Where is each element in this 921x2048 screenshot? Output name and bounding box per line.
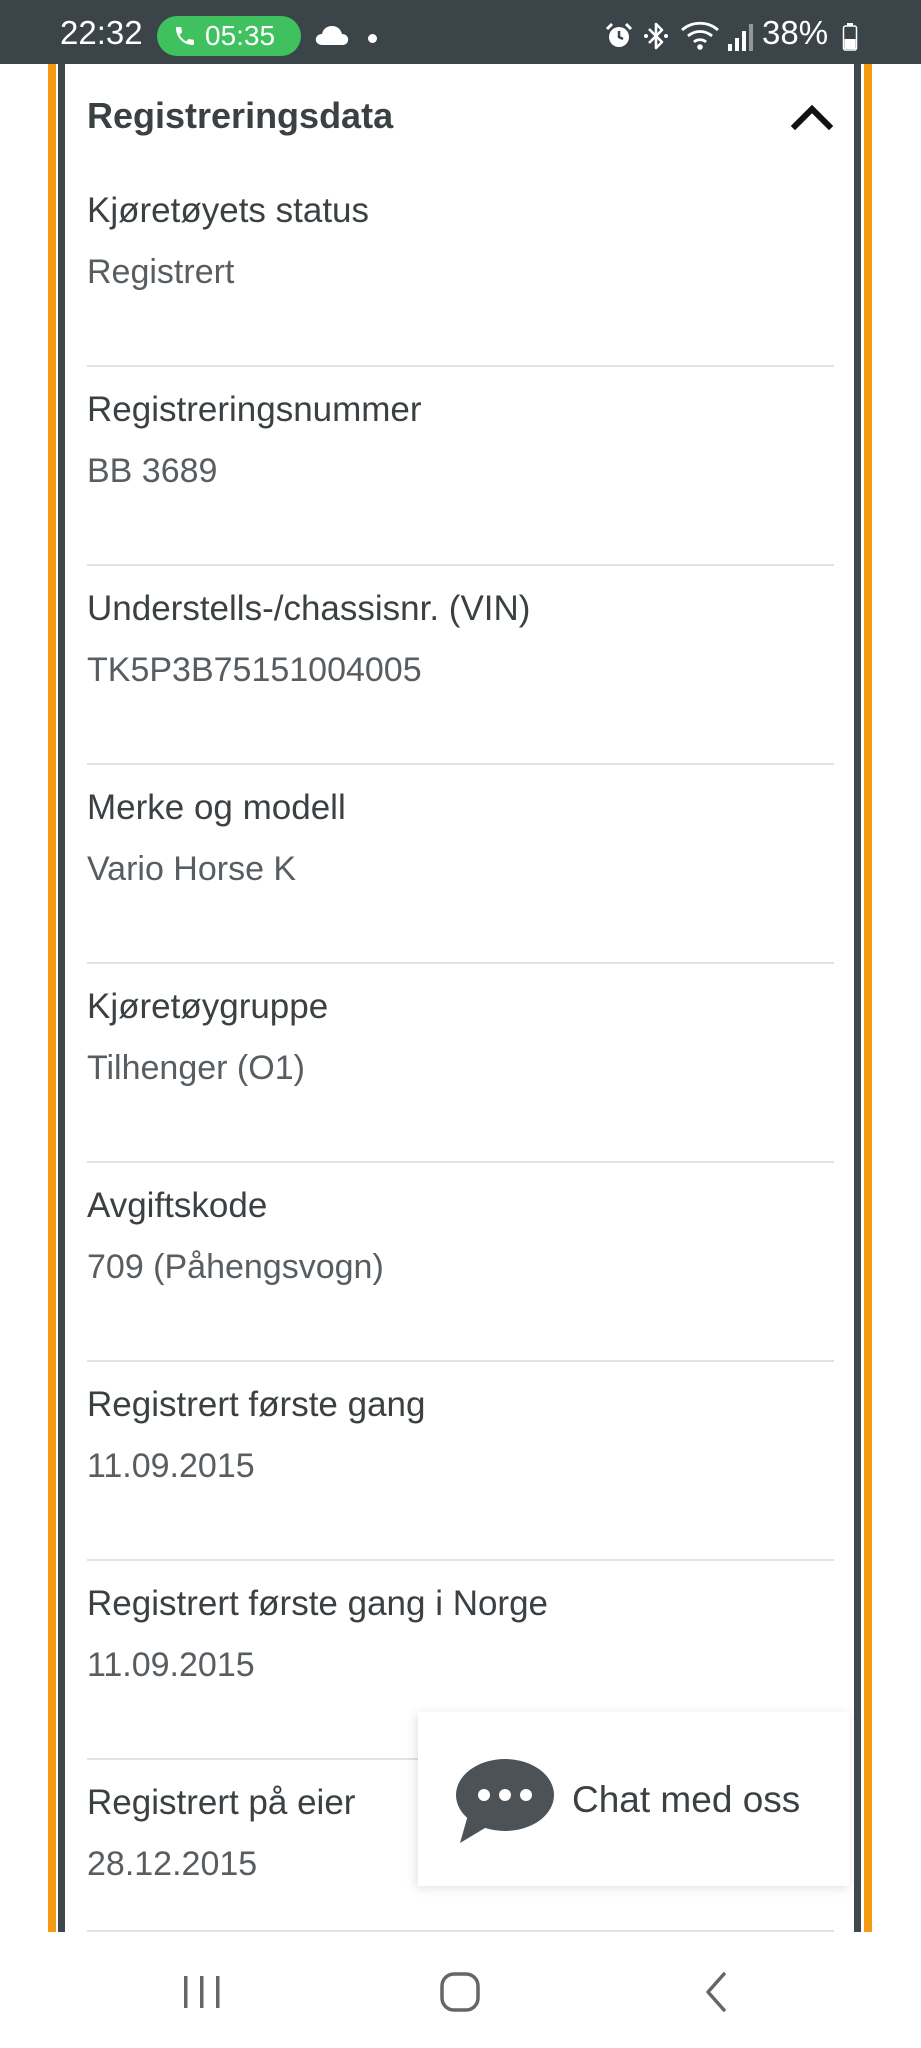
field-label: Registrert på eier bbox=[87, 1783, 356, 1822]
chat-button[interactable]: Chat med oss bbox=[418, 1712, 850, 1886]
battery-icon bbox=[842, 23, 858, 51]
field-first-registered: Registrert første gang 11.09.2015 bbox=[87, 1362, 834, 1561]
field-value: 11.09.2015 bbox=[87, 1646, 255, 1684]
field-value: Registrert bbox=[87, 253, 235, 291]
phone-icon bbox=[176, 27, 194, 45]
wifi-icon bbox=[681, 21, 719, 50]
frame-border-right bbox=[854, 64, 861, 1932]
field-value: 709 (Påhengsvogn) bbox=[87, 1248, 384, 1286]
field-value: 11.09.2015 bbox=[87, 1447, 255, 1485]
chat-label: Chat med oss bbox=[572, 1779, 801, 1820]
frame-accent-left bbox=[48, 64, 56, 1932]
field-label: Kjøretøygruppe bbox=[87, 987, 329, 1026]
field-registration-number: Registreringsnummer BB 3689 bbox=[87, 367, 834, 566]
field-vin: Understells-/chassisnr. (VIN) TK5P3B7515… bbox=[87, 566, 834, 765]
ongoing-call-chip[interactable]: 05:35 bbox=[157, 16, 301, 56]
field-value: Tilhenger (O1) bbox=[87, 1049, 305, 1087]
cloud-icon bbox=[315, 26, 349, 45]
field-vehicle-status: Kjøretøyets status Registrert bbox=[87, 168, 834, 367]
signal-icon bbox=[728, 24, 753, 51]
frame-accent-right bbox=[864, 64, 872, 1932]
battery-percentage: 38% bbox=[762, 14, 829, 51]
field-value: 28.12.2015 bbox=[87, 1845, 258, 1883]
field-label: Kjøretøyets status bbox=[87, 191, 370, 230]
home-icon[interactable] bbox=[438, 1970, 482, 2014]
section-header[interactable]: Registreringsdata bbox=[87, 64, 834, 168]
field-label: Merke og modell bbox=[87, 788, 346, 827]
registration-data-panel: Registreringsdata Kjøretøyets status Reg… bbox=[87, 64, 834, 1959]
alarm-icon bbox=[605, 22, 633, 47]
field-value: TK5P3B75151004005 bbox=[87, 651, 422, 689]
back-icon[interactable] bbox=[700, 1970, 732, 2014]
field-label: Avgiftskode bbox=[87, 1186, 268, 1225]
field-value: Vario Horse K bbox=[87, 850, 297, 888]
field-label: Registrert første gang i Norge bbox=[87, 1584, 549, 1623]
bluetooth-icon bbox=[644, 22, 668, 50]
field-vehicle-group: Kjøretøygruppe Tilhenger (O1) bbox=[87, 964, 834, 1163]
field-tax-code: Avgiftskode 709 (Påhengsvogn) bbox=[87, 1163, 834, 1362]
frame-border-left bbox=[58, 64, 65, 1932]
recent-apps-icon[interactable] bbox=[180, 1972, 224, 2012]
status-time: 22:32 bbox=[60, 14, 143, 51]
section-title: Registreringsdata bbox=[87, 95, 394, 136]
field-label: Registreringsnummer bbox=[87, 390, 422, 429]
field-make-model: Merke og modell Vario Horse K bbox=[87, 765, 834, 964]
notification-dot-icon bbox=[368, 34, 377, 43]
collapse-toggle[interactable] bbox=[790, 100, 834, 132]
chevron-up-icon bbox=[790, 104, 834, 131]
field-label: Understells-/chassisnr. (VIN) bbox=[87, 589, 531, 628]
status-bar: 22:32 05:35 38% bbox=[0, 0, 921, 64]
call-duration: 05:35 bbox=[205, 20, 276, 51]
navigation-bar bbox=[0, 1932, 921, 2048]
field-value: BB 3689 bbox=[87, 452, 218, 490]
chat-bubble-icon bbox=[456, 1759, 554, 1843]
field-label: Registrert første gang bbox=[87, 1385, 426, 1424]
